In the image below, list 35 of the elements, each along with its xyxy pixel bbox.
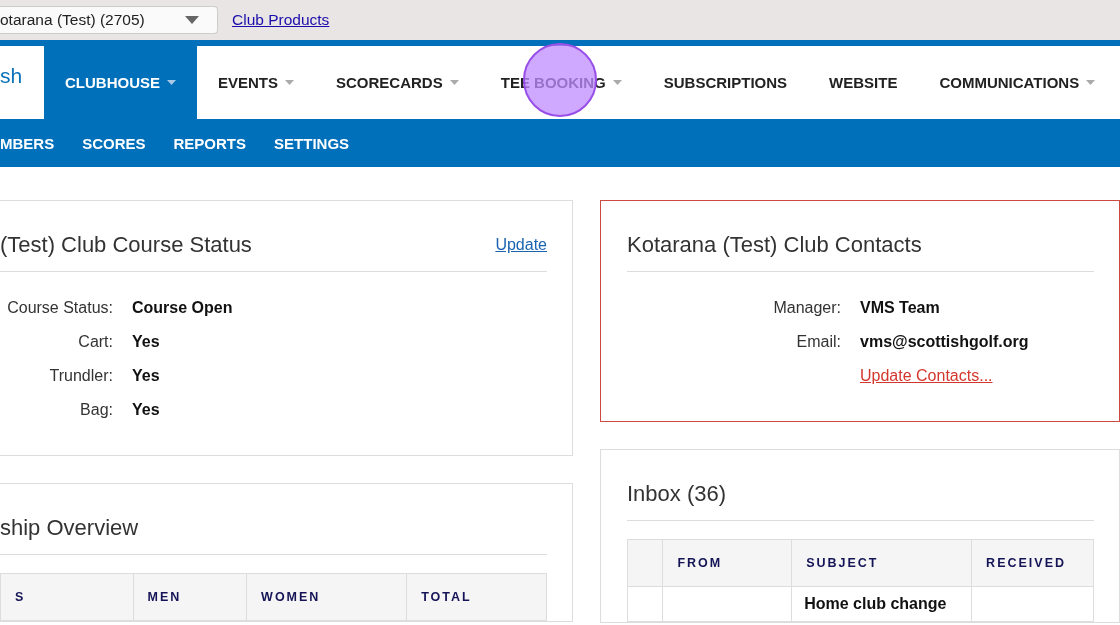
panel-title: Inbox (36) xyxy=(627,480,727,507)
field-value: Yes xyxy=(132,333,161,351)
field-label: Email: xyxy=(795,333,841,351)
column-header: RECEIVED xyxy=(971,539,1094,587)
field-label: Manager: xyxy=(772,299,841,317)
column-header: FROM xyxy=(662,539,792,587)
update-contacts-link[interactable]: Update Contacts... xyxy=(860,367,993,384)
subnav-item[interactable]: SCORES xyxy=(82,134,146,152)
field-value: Yes xyxy=(132,367,161,385)
column-header: S xyxy=(0,573,134,621)
panel-title: (Test) Club Course Status xyxy=(0,231,252,258)
subnav-item[interactable]: SETTINGS xyxy=(274,134,350,152)
field-value: vms@scottishgolf.org xyxy=(860,333,1030,351)
field-label: Trundler: xyxy=(48,367,113,385)
subnav-item[interactable]: MBERS xyxy=(0,134,55,152)
field-label: Cart: xyxy=(77,333,113,351)
update-link[interactable]: Update xyxy=(495,218,547,254)
field-value: VMS Team xyxy=(860,299,941,317)
club-products-link[interactable]: Club Products xyxy=(232,11,330,29)
field-label: Bag: xyxy=(79,401,113,419)
panel-title: Kotarana (Test) Club Contacts xyxy=(627,231,922,258)
club-select[interactable]: otarana (Test) (2705) xyxy=(0,6,218,34)
column-header: WOMEN xyxy=(246,573,407,621)
table-cell: Home club change xyxy=(791,586,972,622)
field-label: Course Status: xyxy=(6,299,113,317)
field-value: Course Open xyxy=(132,299,234,317)
panel-title: ship Overview xyxy=(0,514,139,541)
caret-icon xyxy=(185,16,199,24)
logo[interactable]: sh xyxy=(0,46,44,119)
nav-tab[interactable]: CLUBHOUSE xyxy=(44,46,197,119)
column-header: TOTAL xyxy=(406,573,547,621)
column-header: SUBJECT xyxy=(791,539,972,587)
subnav-item[interactable]: REPORTS xyxy=(173,134,247,152)
column-header: MEN xyxy=(133,573,247,621)
field-value: Yes xyxy=(132,401,161,419)
